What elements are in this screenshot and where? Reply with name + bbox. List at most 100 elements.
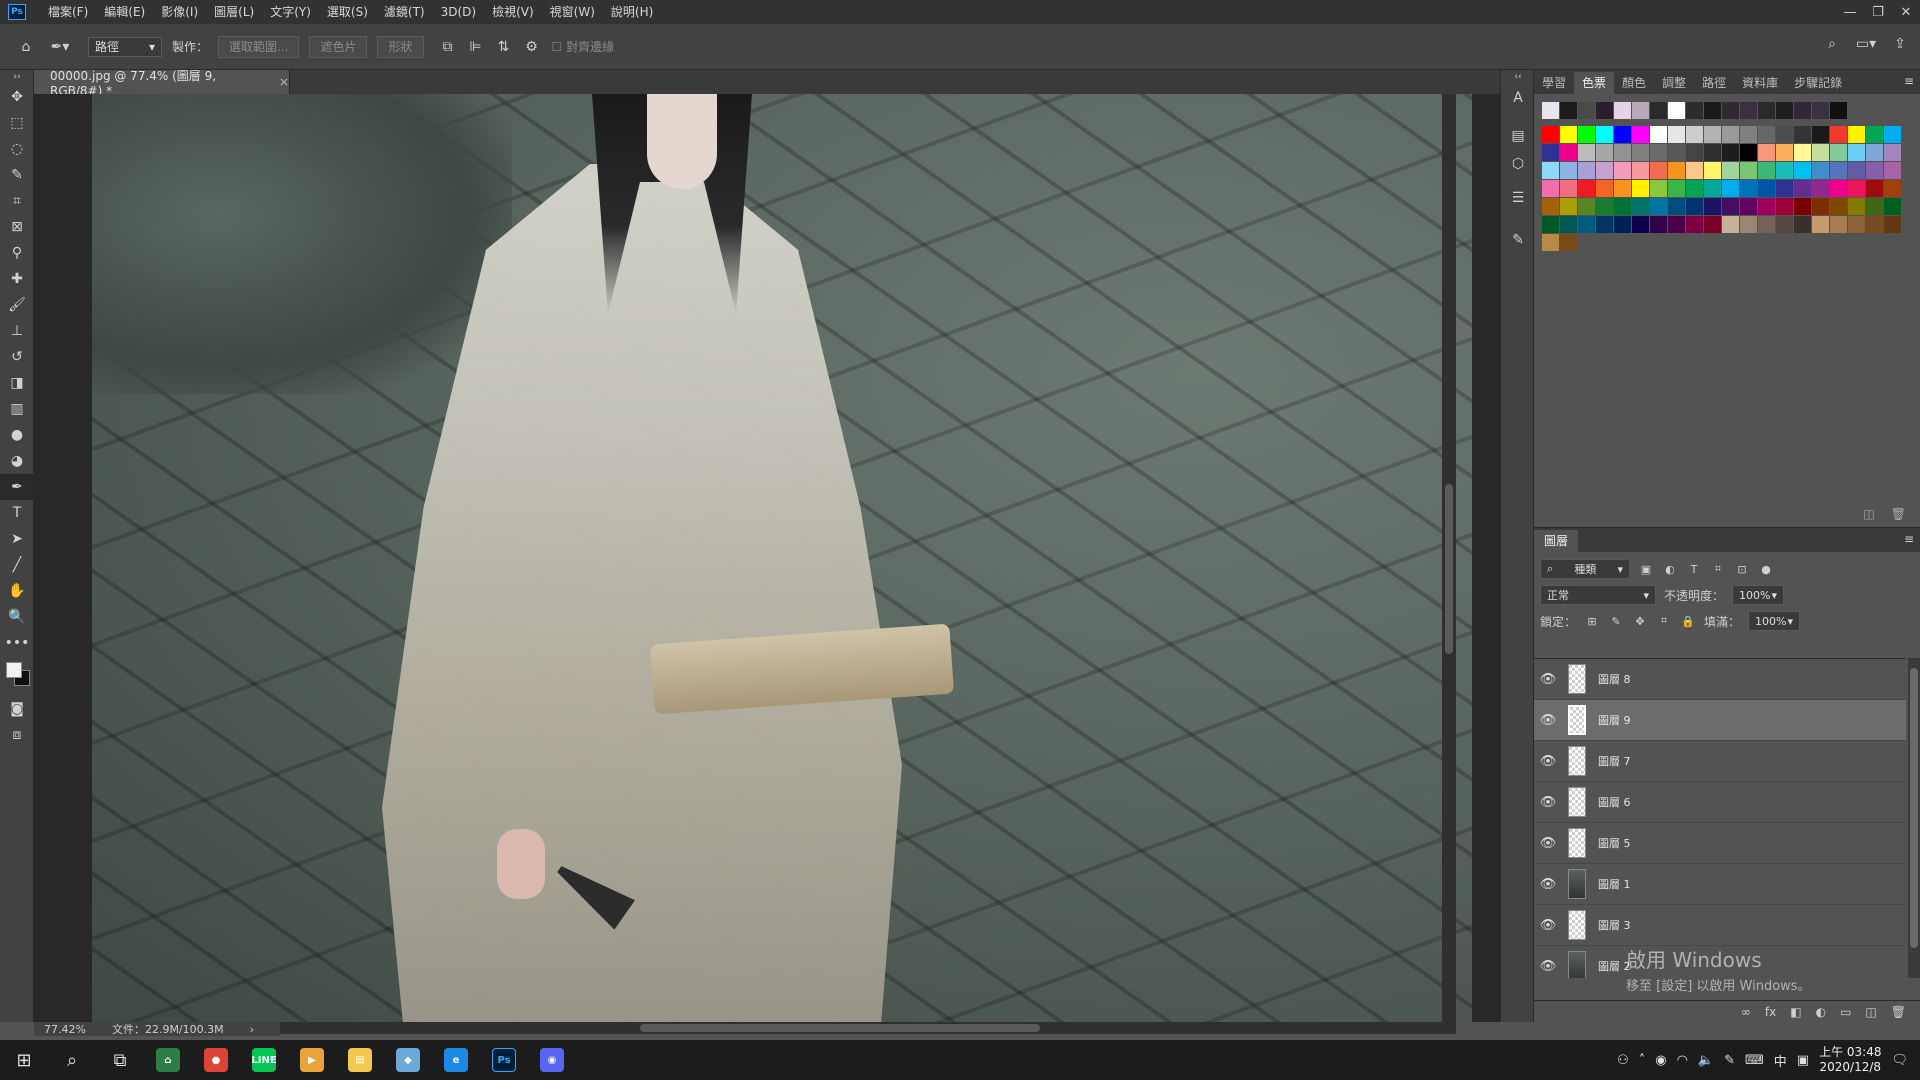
recent-swatch[interactable] <box>1578 102 1595 119</box>
taskbar-app-button[interactable]: ▶ <box>288 1040 336 1080</box>
color-swatch[interactable] <box>1686 162 1703 179</box>
menu-type[interactable]: 文字(Y) <box>262 0 319 24</box>
taskbar-app-button[interactable]: LINE <box>240 1040 288 1080</box>
layer-row[interactable]: 👁 圖層 5 <box>1534 823 1906 864</box>
color-swatch[interactable] <box>1686 180 1703 197</box>
notification-icon[interactable]: 🗨 <box>1891 1053 1908 1068</box>
layer-name[interactable]: 圖層 3 <box>1598 917 1631 933</box>
layer-name[interactable]: 圖層 6 <box>1598 794 1631 810</box>
taskbar-app-button[interactable]: ▤ <box>336 1040 384 1080</box>
keyboard-icon[interactable]: ⌨ <box>1745 1053 1764 1068</box>
add-mask-icon[interactable]: ◧ <box>1790 1005 1801 1019</box>
zoom-tool-icon[interactable]: 🔍 <box>0 604 34 630</box>
layer-row[interactable]: 👁 圖層 8 <box>1534 659 1906 700</box>
layers-scroll-thumb[interactable] <box>1910 668 1918 948</box>
color-swatch[interactable] <box>1722 162 1739 179</box>
filter-smart-object-icon[interactable]: ⊡ <box>1734 561 1750 577</box>
color-swatch[interactable] <box>1632 216 1649 233</box>
horizontal-scroll-thumb[interactable] <box>640 1024 1040 1032</box>
color-swatch[interactable] <box>1650 126 1667 143</box>
fill-input[interactable]: 100% ▾ <box>1748 611 1801 631</box>
layer-name[interactable]: 圖層 9 <box>1598 712 1631 728</box>
color-swatch[interactable] <box>1542 234 1559 251</box>
color-swatch[interactable] <box>1578 126 1595 143</box>
pen-mode-select[interactable]: 路徑 ▾ <box>88 36 162 57</box>
color-swatch[interactable] <box>1758 180 1775 197</box>
color-swatch[interactable] <box>1542 162 1559 179</box>
layer-name[interactable]: 圖層 8 <box>1598 671 1631 687</box>
new-swatch-icon[interactable]: ◫ <box>1863 507 1874 521</box>
layer-row[interactable]: 👁 圖層 1 <box>1534 864 1906 905</box>
path-select-tool-icon[interactable]: ➤ <box>0 526 34 552</box>
recent-swatch[interactable] <box>1722 102 1739 119</box>
filter-shape-icon[interactable]: ⌗ <box>1710 561 1726 577</box>
color-swatch[interactable] <box>1830 144 1847 161</box>
color-swatch[interactable] <box>1650 144 1667 161</box>
lasso-tool-icon[interactable]: ◌ <box>0 136 34 162</box>
lock-transparent-icon[interactable]: ⊞ <box>1584 613 1600 629</box>
delete-layer-icon[interactable]: 🗑 <box>1891 1005 1906 1019</box>
color-swatch[interactable] <box>1884 198 1901 215</box>
color-swatch[interactable] <box>1686 126 1703 143</box>
character-panel-icon[interactable]: A <box>1501 84 1535 112</box>
move-tool-icon[interactable]: ✥ <box>0 84 34 110</box>
color-swatch[interactable] <box>1830 198 1847 215</box>
color-swatch[interactable] <box>1848 180 1865 197</box>
color-swatch[interactable] <box>1740 198 1757 215</box>
panel-menu-icon[interactable]: ≡ <box>1904 74 1914 88</box>
color-swatch[interactable] <box>1812 144 1829 161</box>
recent-swatch[interactable] <box>1758 102 1775 119</box>
color-swatch[interactable] <box>1722 126 1739 143</box>
search-icon[interactable]: ⌕ <box>48 1040 96 1080</box>
color-swatch[interactable] <box>1776 126 1793 143</box>
recent-swatch[interactable] <box>1830 102 1847 119</box>
stamp-tool-icon[interactable]: ⊥ <box>0 318 34 344</box>
tab-swatches[interactable]: 色票 <box>1574 72 1615 94</box>
visibility-eye-icon[interactable]: 👁 <box>1534 959 1562 974</box>
color-swatch[interactable] <box>1596 162 1613 179</box>
frame-tool-icon[interactable]: ⊠ <box>0 214 34 240</box>
brush-settings-icon[interactable]: ✎ <box>1501 226 1535 254</box>
color-swatch[interactable] <box>1776 216 1793 233</box>
menu-file[interactable]: 檔案(F) <box>40 0 96 24</box>
lock-artboard-icon[interactable]: ⌗ <box>1656 613 1672 629</box>
lock-image-icon[interactable]: ✎ <box>1608 613 1624 629</box>
pen-tool-preset-icon[interactable]: ✒▾ <box>50 37 70 57</box>
color-swatch[interactable] <box>1596 216 1613 233</box>
calendar-icon[interactable]: ▣ <box>1797 1053 1809 1068</box>
canvas-horizontal-scrollbar[interactable] <box>280 1022 1456 1034</box>
color-swatch[interactable] <box>1560 216 1577 233</box>
lock-all-icon[interactable]: 🔒 <box>1680 613 1696 629</box>
color-swatch[interactable] <box>1884 162 1901 179</box>
color-swatch[interactable] <box>1884 126 1901 143</box>
color-swatch[interactable] <box>1776 180 1793 197</box>
collapse-icon[interactable]: ›› <box>0 70 34 84</box>
tab-color[interactable]: 顏色 <box>1614 72 1654 94</box>
color-swatch[interactable] <box>1704 198 1721 215</box>
type-tool-icon[interactable]: T <box>0 500 34 526</box>
tab-layers[interactable]: 圖層 <box>1534 530 1579 552</box>
color-swatch[interactable] <box>1758 144 1775 161</box>
color-swatch[interactable] <box>1722 198 1739 215</box>
color-swatch[interactable] <box>1614 144 1631 161</box>
color-swatch[interactable] <box>1794 126 1811 143</box>
menu-select[interactable]: 選取(S) <box>319 0 376 24</box>
restore-button[interactable]: ❐ <box>1864 0 1892 24</box>
color-swatch[interactable] <box>1596 144 1613 161</box>
color-swatch[interactable] <box>1614 180 1631 197</box>
healing-brush-icon[interactable]: ✚ <box>0 266 34 292</box>
menu-view[interactable]: 檢視(V) <box>484 0 542 24</box>
color-swatch[interactable] <box>1866 144 1883 161</box>
link-layers-icon[interactable]: ∞ <box>1741 1005 1751 1019</box>
color-swatch[interactable] <box>1740 180 1757 197</box>
path-operations-icon[interactable]: ⧉ <box>438 37 458 57</box>
taskbar-app-button[interactable]: ◉ <box>528 1040 576 1080</box>
color-swatch[interactable] <box>1632 126 1649 143</box>
color-swatch[interactable] <box>1632 144 1649 161</box>
color-swatch[interactable] <box>1830 216 1847 233</box>
color-swatch[interactable] <box>1578 198 1595 215</box>
hand-tool-icon[interactable]: ✋ <box>0 578 34 604</box>
layer-name[interactable]: 圖層 1 <box>1598 876 1631 892</box>
color-swatch[interactable] <box>1830 180 1847 197</box>
layer-name[interactable]: 圖層 7 <box>1598 753 1631 769</box>
